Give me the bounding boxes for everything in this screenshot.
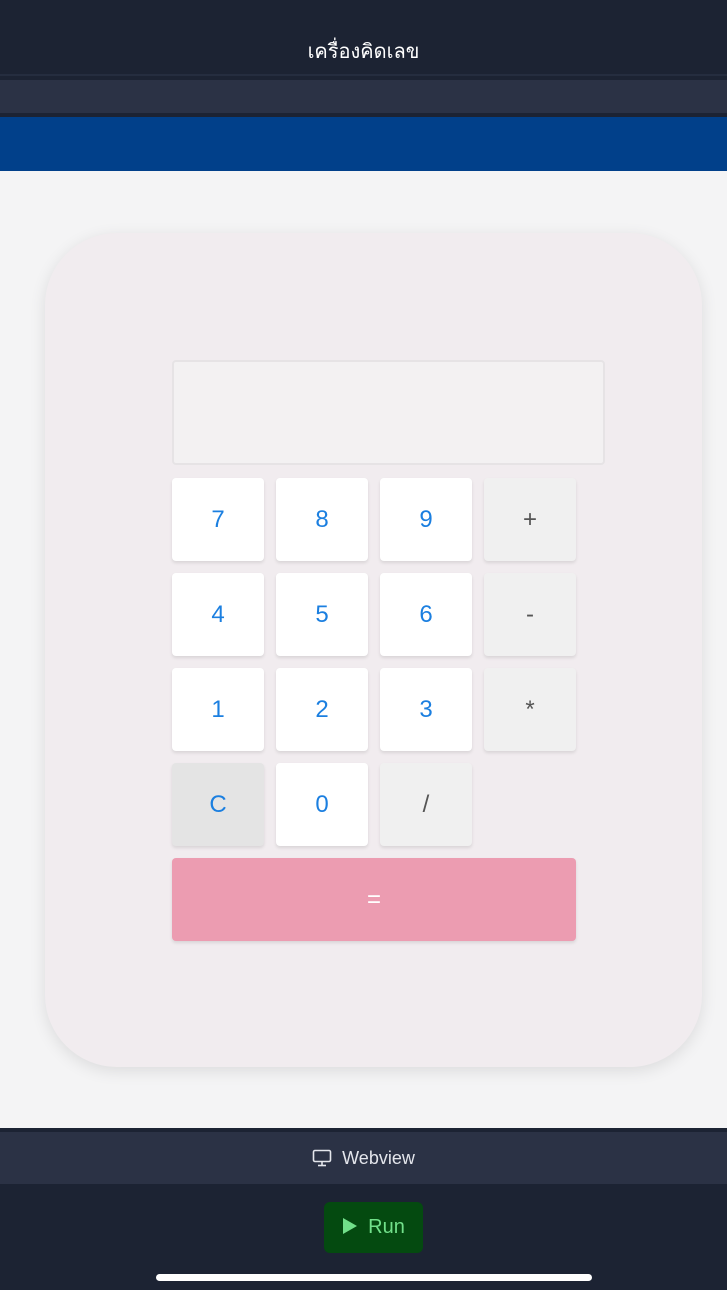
bottom-bar: Run xyxy=(0,1184,727,1290)
key-divide[interactable]: / xyxy=(380,763,472,846)
run-button[interactable]: Run xyxy=(324,1202,423,1253)
app-header: เครื่องคิดเลข xyxy=(0,0,727,76)
toolbar-bar xyxy=(0,80,727,113)
key-6[interactable]: 6 xyxy=(380,573,472,656)
webview-label: Webview xyxy=(342,1147,415,1168)
key-plus[interactable]: + xyxy=(484,478,576,561)
key-clear[interactable]: C xyxy=(172,763,264,846)
key-8[interactable]: 8 xyxy=(276,478,368,561)
key-7[interactable]: 7 xyxy=(172,478,264,561)
key-0[interactable]: 0 xyxy=(276,763,368,846)
page-title: เครื่องคิดเลข xyxy=(307,39,420,63)
key-5[interactable]: 5 xyxy=(276,573,368,656)
key-3[interactable]: 3 xyxy=(380,668,472,751)
calculator-display[interactable] xyxy=(172,360,605,465)
key-2[interactable]: 2 xyxy=(276,668,368,751)
webview-content: 7 8 9 + 4 5 6 - 1 2 3 * C 0 / = xyxy=(0,171,727,1128)
key-9[interactable]: 9 xyxy=(380,478,472,561)
key-minus[interactable]: - xyxy=(484,573,576,656)
webview-nav-bar xyxy=(0,117,727,171)
key-4[interactable]: 4 xyxy=(172,573,264,656)
webview-tab[interactable]: Webview xyxy=(0,1128,727,1184)
equals-button[interactable]: = xyxy=(172,858,576,941)
calculator-card: 7 8 9 + 4 5 6 - 1 2 3 * C 0 / = xyxy=(45,233,702,1067)
home-indicator xyxy=(156,1274,592,1281)
key-1[interactable]: 1 xyxy=(172,668,264,751)
key-multiply[interactable]: * xyxy=(484,668,576,751)
monitor-icon xyxy=(312,1149,332,1167)
play-icon xyxy=(342,1217,358,1239)
run-label: Run xyxy=(368,1216,405,1238)
